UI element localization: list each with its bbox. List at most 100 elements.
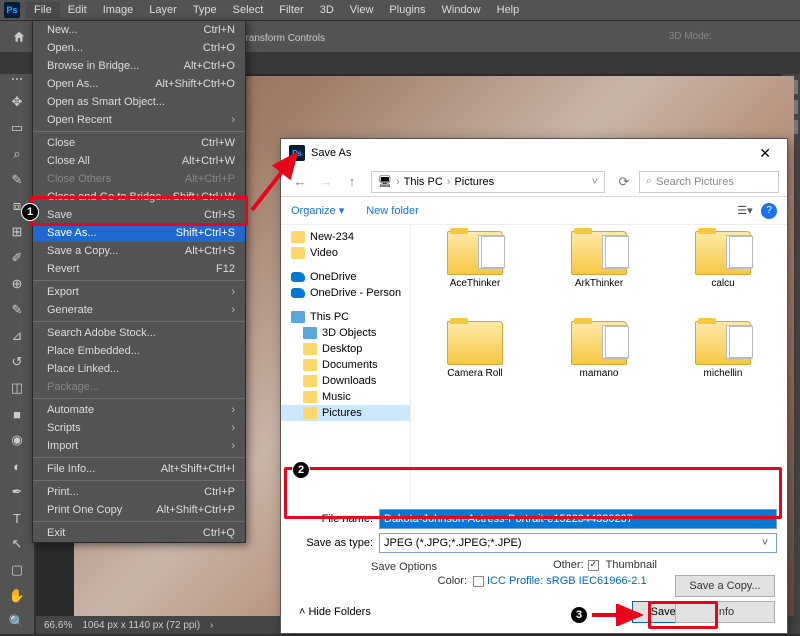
menuitem-new-[interactable]: New...Ctrl+N [33,21,245,39]
menuitem-scripts[interactable]: Scripts [33,419,245,437]
forward-icon[interactable]: → [315,171,337,193]
dialog-title: Save As [311,147,751,159]
folder-acethinker[interactable]: AceThinker [415,231,535,317]
tree-documents[interactable]: Documents [281,357,410,373]
chevron-right-icon[interactable]: › [210,620,213,631]
menuitem-place-linked-[interactable]: Place Linked... [33,360,245,378]
menuitem-automate[interactable]: Automate [33,401,245,419]
menuitem-import[interactable]: Import [33,437,245,455]
menuitem-save-as-[interactable]: Save As...Shift+Ctrl+S [33,224,245,242]
move-tool-icon[interactable]: ✥ [4,90,30,114]
menu-plugins[interactable]: Plugins [381,2,433,18]
menu-type[interactable]: Type [185,2,225,18]
tree-onedrive[interactable]: OneDrive [281,269,410,285]
marquee-tool-icon[interactable]: ▭ [4,116,30,140]
menu-3d[interactable]: 3D [312,2,342,18]
menuitem-file-info-[interactable]: File Info...Alt+Shift+Ctrl+I [33,460,245,478]
quickselect-tool-icon[interactable]: ✎ [4,168,30,192]
search-input[interactable]: ⌕Search Pictures [639,171,779,193]
menu-layer[interactable]: Layer [141,2,185,18]
brush-tool-icon[interactable]: ✎ [4,298,30,322]
blur-tool-icon[interactable]: ◉ [4,428,30,452]
filename-label: File name: [305,513,379,525]
saveastype-dropdown[interactable]: JPEG (*.JPG;*.JPEG;*.JPE)˅ [379,533,777,553]
tree-video[interactable]: Video [281,245,410,261]
organize-button[interactable]: Organize ▾ [291,204,344,217]
stamp-tool-icon[interactable]: ⊿ [4,324,30,348]
folder-mamano[interactable]: mamano [539,321,659,407]
menuitem-revert[interactable]: RevertF12 [33,260,245,278]
tree-music[interactable]: Music [281,389,410,405]
view-icon[interactable]: ☰▾ [735,201,755,221]
menuitem-close-all[interactable]: Close AllAlt+Ctrl+W [33,152,245,170]
tree-desktop[interactable]: Desktop [281,341,410,357]
menu-image[interactable]: Image [95,2,142,18]
back-icon[interactable]: ← [289,171,311,193]
menuitem-browse-in-bridge-[interactable]: Browse in Bridge...Alt+Ctrl+O [33,57,245,75]
home-icon[interactable] [10,28,28,46]
search-icon: ⌕ [646,175,652,188]
menuitem-save-a-copy-[interactable]: Save a Copy...Alt+Ctrl+S [33,242,245,260]
tree-onedrive-person[interactable]: OneDrive - Person [281,285,410,301]
zoom-tool-icon[interactable]: 🔍 [4,610,30,634]
tree-new-[interactable]: New-234 [281,229,410,245]
save-copy-button[interactable]: Save a Copy... [675,575,775,597]
breadcrumb[interactable]: 🖥› This PC› Pictures ˅ [371,171,605,193]
folder-calcu[interactable]: calcu [663,231,783,317]
menuitem-place-embedded-[interactable]: Place Embedded... [33,342,245,360]
thumbnail-checkbox[interactable] [588,560,599,571]
help-icon[interactable]: ? [761,203,777,219]
hide-folders-toggle[interactable]: ˄ Hide Folders [299,606,371,618]
pen-tool-icon[interactable]: ✒ [4,480,30,504]
refresh-icon[interactable]: ⟳ [613,171,635,193]
dodge-tool-icon[interactable]: ◐ [4,454,30,478]
path-tool-icon[interactable]: ↖ [4,532,30,556]
newfolder-button[interactable]: New folder [366,205,419,217]
menu-window[interactable]: Window [434,2,489,18]
menuitem-close[interactable]: CloseCtrl+W [33,134,245,152]
hand-tool-icon[interactable]: ✋ [4,584,30,608]
heal-tool-icon[interactable]: ⊕ [4,272,30,296]
filename-input[interactable]: Dakota-Johnson-Actress-Portrait-e1522344… [379,509,777,529]
menuitem-generate[interactable]: Generate [33,301,245,319]
tree-downloads[interactable]: Downloads [281,373,410,389]
menuitem-open-as-[interactable]: Open As...Alt+Shift+Ctrl+O [33,75,245,93]
up-icon[interactable]: ↑ [341,171,363,193]
menu-select[interactable]: Select [225,2,272,18]
menuitem-save[interactable]: SaveCtrl+S [33,206,245,224]
menuitem-export[interactable]: Export [33,283,245,301]
shape-tool-icon[interactable]: ▢ [4,558,30,582]
dialog-nav: ← → ↑ 🖥› This PC› Pictures ˅ ⟳ ⌕Search P… [281,167,787,197]
folder-michellin[interactable]: michellin [663,321,783,407]
tree-pictures[interactable]: Pictures [281,405,410,421]
close-icon[interactable]: ✕ [751,145,779,162]
menu-view[interactable]: View [342,2,382,18]
menuitem-close-and-go-to-bridge-[interactable]: Close and Go to Bridge...Shift+Ctrl+W [33,188,245,206]
icc-checkbox[interactable] [473,576,484,587]
history-tool-icon[interactable]: ↺ [4,350,30,374]
folder-camera-roll[interactable]: Camera Roll [415,321,535,407]
folder-arkthinker[interactable]: ArkThinker [539,231,659,317]
menuitem-open-as-smart-object-[interactable]: Open as Smart Object... [33,93,245,111]
eraser-tool-icon[interactable]: ◫ [4,376,30,400]
menuitem-print-one-copy[interactable]: Print One CopyAlt+Shift+Ctrl+P [33,501,245,519]
frame-tool-icon[interactable]: ⊞ [4,220,30,244]
eyedropper-tool-icon[interactable]: ✐ [4,246,30,270]
menu-file[interactable]: File [26,2,60,18]
lasso-tool-icon[interactable]: ⌕ [4,142,30,166]
menuitem-print-[interactable]: Print...Ctrl+P [33,483,245,501]
menuitem-exit[interactable]: ExitCtrl+Q [33,524,245,542]
type-tool-icon[interactable]: T [4,506,30,530]
menu-edit[interactable]: Edit [60,2,95,18]
menu-filter[interactable]: Filter [271,2,311,18]
menuitem-search-adobe-stock-[interactable]: Search Adobe Stock... [33,324,245,342]
menu-help[interactable]: Help [489,2,528,18]
info-button[interactable]: Info [675,601,775,623]
menuitem-open-recent[interactable]: Open Recent [33,111,245,129]
file-list[interactable]: AceThinkerArkThinkercalcu Camera Rollmama… [411,225,787,503]
menuitem-open-[interactable]: Open...Ctrl+O [33,39,245,57]
tree--d-objects[interactable]: 3D Objects [281,325,410,341]
tree-this-pc[interactable]: This PC [281,309,410,325]
gradient-tool-icon[interactable]: ■ [4,402,30,426]
saveastype-label: Save as type: [305,537,379,549]
